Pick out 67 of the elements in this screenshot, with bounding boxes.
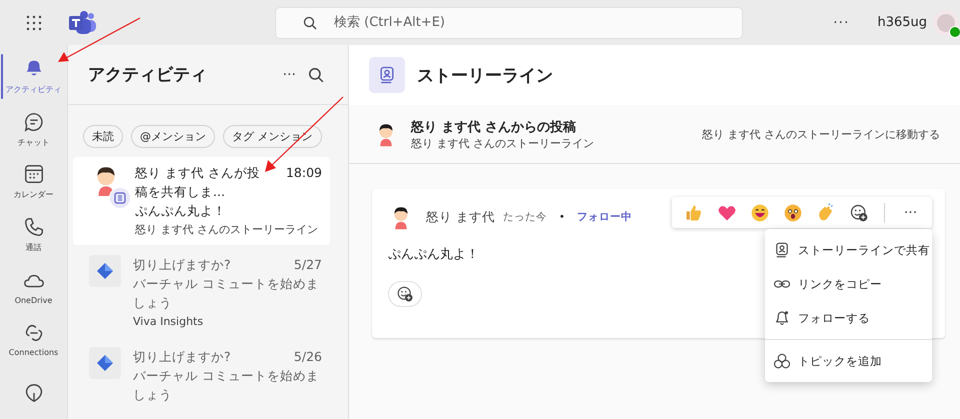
app-icon (89, 347, 121, 379)
rail-tab[interactable]: 通話 (0, 208, 67, 261)
menu-item[interactable]: トピックを追加 (765, 344, 932, 378)
storyline-icon (776, 242, 788, 258)
user-name: h365ug (877, 15, 927, 30)
post-author: 怒り ます代 (426, 208, 495, 226)
more-options-button[interactable]: ··· (827, 14, 856, 30)
item-title: 切り上げますか? (133, 256, 232, 274)
bell-icon (26, 60, 41, 76)
banner-title: 怒り ます代 さんからの投稿 (411, 118, 578, 136)
item-preview: バーチャル コミュートを始めましょう (133, 275, 320, 312)
item-source: Viva Insights (133, 314, 204, 330)
leaf-icon (25, 384, 42, 402)
add-reaction-button[interactable] (388, 281, 422, 307)
item-preview: ぷんぷん丸よ！ (135, 202, 227, 220)
item-time: 5/27 (294, 256, 322, 274)
laughing-face-icon[interactable] (751, 204, 768, 221)
item-time: 5/26 (294, 348, 322, 366)
calendar-icon (24, 165, 42, 184)
topic-icon (774, 354, 790, 368)
add-reaction-icon[interactable] (848, 202, 868, 222)
item-time: 18:09 (286, 164, 322, 182)
item-preview: バーチャル コミュートを始めましょう (133, 367, 320, 404)
item-title: 切り上げますか? (133, 348, 232, 366)
search-icon (303, 16, 317, 30)
rail-tab[interactable]: アクティビティ (0, 50, 67, 103)
more-options-button[interactable]: ··· (895, 197, 926, 228)
menu-item[interactable]: ストーリーラインで共有 (765, 233, 932, 267)
item-title: 怒り ます代 さんが投稿を共有しま... (135, 164, 261, 201)
banner-subtitle: 怒り ます代 さんのストーリーライン (411, 136, 595, 150)
cloud-icon (24, 274, 44, 287)
search-field[interactable]: 検索 (Ctrl+Alt+E) (275, 6, 743, 38)
post-time: たった今 (502, 210, 547, 224)
add-reaction-icon (396, 285, 414, 303)
rail-tab[interactable]: チャット (0, 102, 67, 156)
post-badge-icon (109, 187, 131, 209)
rail-tab[interactable]: OneDrive (0, 260, 67, 314)
app-icon (89, 255, 121, 287)
panel-title: アクティビティ (88, 64, 208, 86)
storyline-icon (369, 57, 405, 93)
app-launcher-icon[interactable] (26, 14, 42, 30)
item-source: 怒り ます代 さんのストーリーライン (135, 222, 319, 238)
activity-item[interactable]: 切り上げますか? 5/27 バーチャル コミュートを始めましょう Viva Insights (73, 249, 330, 337)
thumbs-up-icon[interactable] (686, 205, 700, 220)
storyline-link[interactable]: 怒り ます代 さんのストーリーラインに移動する (702, 126, 940, 142)
surprised-face-icon[interactable] (784, 204, 801, 221)
filter-chip[interactable]: 未読 (83, 125, 123, 148)
user-avatar[interactable] (933, 10, 959, 36)
menu-item[interactable]: リンクをコピー (765, 267, 932, 301)
rail-tab[interactable]: Connections (0, 314, 67, 366)
chat-icon (24, 112, 42, 131)
activity-item[interactable]: 切り上げますか? 5/26 バーチャル コミュートを始めましょう (73, 341, 330, 410)
link-icon (774, 280, 790, 288)
filter-chip[interactable]: @メンション (131, 125, 215, 148)
activity-item[interactable]: 怒り ます代 さんが投稿を共有しま... 18:09 ぷんぷん丸よ！ 怒り ます代 さんのストーリーライン (73, 157, 330, 245)
post-body: ぷんぷん丸よ！ (388, 246, 479, 263)
bullet-separator: • (558, 212, 565, 222)
page-title: ストーリーライン (417, 64, 553, 86)
heart-icon[interactable] (718, 206, 735, 220)
follow-link[interactable]: フォロー中 (576, 210, 632, 224)
more-options-button[interactable]: ··· (276, 66, 302, 82)
phone-icon (24, 218, 42, 236)
menu-item[interactable]: フォローする (765, 301, 932, 335)
teams-logo (67, 10, 97, 34)
bell-icon (776, 311, 788, 325)
connections-icon (25, 325, 42, 342)
rail-tab[interactable]: カレンダー (0, 155, 67, 208)
